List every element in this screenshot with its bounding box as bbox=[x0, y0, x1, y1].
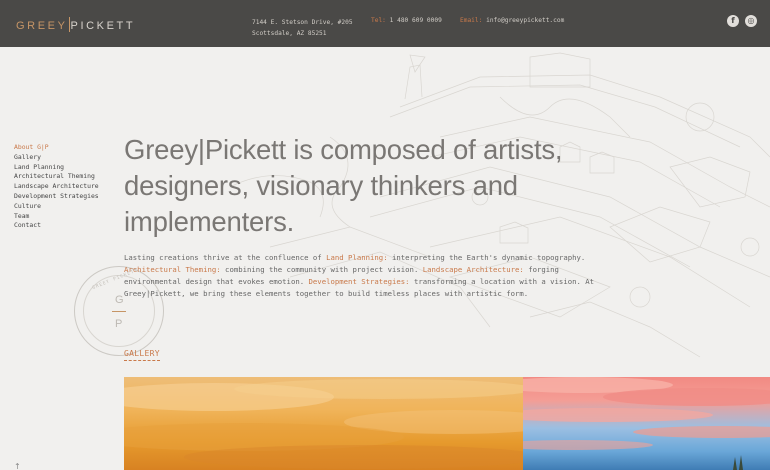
email-label: Email: bbox=[460, 17, 483, 24]
stamp-letter-g: G bbox=[115, 294, 124, 306]
side-navigation: About G|P Gallery Land Planning Architec… bbox=[14, 143, 99, 231]
instagram-icon[interactable]: ◎ bbox=[745, 15, 757, 27]
nav-team[interactable]: Team bbox=[14, 212, 99, 222]
intro-highlight-landscape-architecture: Landscape Architecture: bbox=[422, 265, 524, 274]
address: 7144 E. Stetson Drive, #205 Scottsdale, … bbox=[252, 17, 353, 39]
page-headline: Greey|Pickett is composed of artists, de… bbox=[124, 134, 563, 237]
nav-architectural-theming[interactable]: Architectural Theming bbox=[14, 172, 99, 182]
scroll-top-icon[interactable]: ↑ bbox=[14, 462, 21, 470]
nav-contact[interactable]: Contact bbox=[14, 221, 99, 231]
intro-text: Lasting creations thrive at the confluen… bbox=[124, 253, 327, 262]
email-value: info@greeypickett.com bbox=[486, 17, 565, 24]
phone[interactable]: Tel: 1 480 609 0009 bbox=[371, 17, 442, 24]
logo[interactable]: GREEY PICKETT bbox=[16, 17, 135, 32]
intro-highlight-development-strategies: Development Strategies: bbox=[308, 277, 410, 286]
gallery-image-desert-sky[interactable] bbox=[523, 377, 770, 470]
intro-highlight-land-planning: Land Planning: bbox=[326, 253, 388, 262]
intro-text: interpreting the Earth's dynamic topogra… bbox=[387, 253, 586, 262]
nav-gallery[interactable]: Gallery bbox=[14, 153, 99, 163]
intro-paragraph: Lasting creations thrive at the confluen… bbox=[124, 252, 609, 300]
gallery-heading[interactable]: GALLERY bbox=[124, 349, 160, 361]
logo-greey: GREEY bbox=[16, 20, 68, 32]
phone-value: 1 480 609 0009 bbox=[389, 17, 442, 24]
address-line-1: 7144 E. Stetson Drive, #205 bbox=[252, 19, 353, 26]
stamp-divider bbox=[112, 311, 126, 312]
intro-highlight-architectural-theming: Architectural Theming: bbox=[124, 265, 221, 274]
logo-divider bbox=[68, 17, 70, 32]
nav-about[interactable]: About G|P bbox=[14, 143, 99, 153]
nav-development-strategies[interactable]: Development Strategies bbox=[14, 192, 99, 202]
stamp-letter-p: P bbox=[115, 318, 123, 330]
site-header: GREEY PICKETT 7144 E. Stetson Drive, #205… bbox=[0, 0, 770, 47]
nav-land-planning[interactable]: Land Planning bbox=[14, 163, 99, 173]
facebook-icon[interactable]: f bbox=[727, 15, 739, 27]
nav-landscape-architecture[interactable]: Landscape Architecture bbox=[14, 182, 99, 192]
email[interactable]: Email: info@greeypickett.com bbox=[460, 17, 564, 24]
logo-pickett: PICKETT bbox=[70, 20, 136, 32]
phone-label: Tel: bbox=[371, 17, 386, 24]
intro-text: combining the community with project vis… bbox=[220, 265, 423, 274]
gallery-image-sunset-sky[interactable] bbox=[124, 377, 523, 470]
nav-culture[interactable]: Culture bbox=[14, 202, 99, 212]
sunset-clouds bbox=[124, 379, 523, 469]
pink-clouds bbox=[523, 377, 770, 470]
address-line-2: Scottsdale, AZ 85251 bbox=[252, 30, 327, 37]
